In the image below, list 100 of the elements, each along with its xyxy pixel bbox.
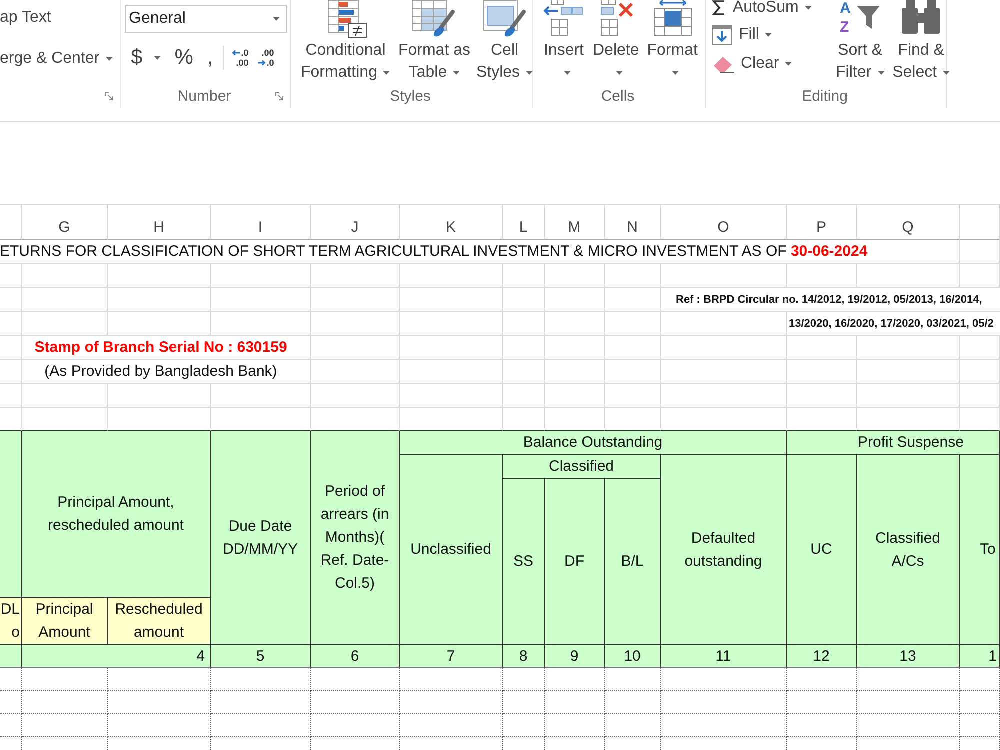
- sheet-cell[interactable]: [661, 691, 787, 714]
- number-format-button[interactable]: ,: [207, 45, 214, 71]
- column-number-cell: 1: [960, 645, 1000, 668]
- table-header-cell: Profit Suspense: [787, 431, 1000, 455]
- sheet-cell[interactable]: [0, 691, 22, 714]
- sheet-cell[interactable]: Stamp of Branch Serial No : 630159: [22, 336, 311, 360]
- table-header-cell: Period of arrears (in Months)( Ref. Date- Col.5): [311, 431, 400, 645]
- sheet-cell[interactable]: [857, 714, 960, 737]
- dialog-launcher-icon[interactable]: [275, 92, 284, 100]
- sheet-cell[interactable]: [661, 714, 787, 737]
- sheet-cell[interactable]: Ref : BRPD Circular no. 14/2012, 19/2012, 05/2013, 16/2014,: [661, 288, 1000, 312]
- group-label: Styles: [390, 88, 431, 104]
- delete-button[interactable]: Delete: [589, 0, 644, 84]
- sheet-cell[interactable]: [211, 691, 311, 714]
- dialog-launcher-icon[interactable]: [105, 92, 114, 100]
- sheet-cell[interactable]: [960, 668, 1000, 691]
- merge-center-button[interactable]: erge & Center: [0, 47, 113, 71]
- column-header[interactable]: N: [605, 204, 661, 240]
- sheet-cell[interactable]: [605, 691, 661, 714]
- sort-filter-button[interactable]: A Z Sort & Filter: [832, 0, 889, 84]
- sheet-cell[interactable]: [857, 668, 960, 691]
- sheet-cell[interactable]: [605, 668, 661, 691]
- sheet-cell[interactable]: [857, 691, 960, 714]
- sheet-cell[interactable]: [311, 691, 400, 714]
- autosum-button[interactable]: AutoSum: [712, 0, 832, 16]
- sheet-cell[interactable]: [311, 714, 400, 737]
- table-header-cell: B/L: [605, 479, 661, 645]
- table-header-cell: UC: [787, 455, 857, 645]
- column-header[interactable]: O: [661, 204, 787, 240]
- column-header[interactable]: J: [311, 204, 400, 240]
- number-format-dropdown[interactable]: General: [125, 5, 287, 33]
- format-as-table-button[interactable]: Format as Table: [394, 0, 474, 84]
- sheet-cell[interactable]: [211, 668, 311, 691]
- number-format-button[interactable]: $: [131, 45, 161, 71]
- sheet-cell[interactable]: [545, 714, 605, 737]
- column-header[interactable]: L: [503, 204, 545, 240]
- column-header[interactable]: Q: [857, 204, 960, 240]
- column-number-cell: [0, 645, 22, 668]
- sheet-cell[interactable]: [661, 668, 787, 691]
- sheet-cell[interactable]: [211, 714, 311, 737]
- table-header-cell: To: [960, 455, 1000, 645]
- sheet-cell[interactable]: [503, 668, 545, 691]
- sheet-cell[interactable]: [605, 714, 661, 737]
- reference-note: 13/2020, 16/2020, 17/2020, 03/2021, 05/2: [789, 316, 994, 330]
- column-header[interactable]: I: [211, 204, 311, 240]
- column-number-cell: 5: [211, 645, 311, 668]
- sheet-cell[interactable]: [400, 691, 503, 714]
- sheet-cell[interactable]: [503, 691, 545, 714]
- sheet-cell[interactable]: [0, 668, 22, 691]
- find-select-button[interactable]: Find & Select: [888, 0, 954, 84]
- sheet-cell[interactable]: [311, 668, 400, 691]
- sheet-cell[interactable]: [960, 714, 1000, 737]
- format-button[interactable]: Format: [643, 0, 702, 84]
- decrease-decimal-button[interactable]: .00 .0: [258, 45, 274, 71]
- fill-button[interactable]: Fill: [712, 20, 832, 49]
- column-header[interactable]: G: [22, 204, 108, 240]
- sheet-cell[interactable]: [787, 691, 857, 714]
- sheet-cell[interactable]: [503, 714, 545, 737]
- sheet-cell[interactable]: [960, 691, 1000, 714]
- conditional-formatting-button[interactable]: Conditional Formatting: [297, 0, 394, 84]
- fill-down-icon: [712, 24, 732, 44]
- group-label: Number: [178, 88, 232, 104]
- table-header-cell: DL o: [0, 598, 22, 645]
- eraser-icon: [712, 54, 734, 72]
- group-label: Editing: [802, 88, 848, 104]
- sheet-cell[interactable]: [545, 668, 605, 691]
- sheet-cell[interactable]: [400, 668, 503, 691]
- group-label: Cells: [601, 88, 635, 104]
- sheet-cell[interactable]: 13/2020, 16/2020, 17/2020, 03/2021, 05/2: [787, 312, 1000, 336]
- sheet-cell[interactable]: (As Provided by Bangladesh Bank): [22, 360, 311, 384]
- number-format-button[interactable]: %: [174, 45, 194, 71]
- clear-button[interactable]: Clear: [712, 49, 832, 78]
- sheet-cell[interactable]: [22, 668, 108, 691]
- increase-decimal-button[interactable]: .0 .00: [232, 45, 249, 71]
- sheet-cell[interactable]: [787, 714, 857, 737]
- column-header[interactable]: [960, 204, 1000, 240]
- left-arrow-icon: [232, 50, 240, 56]
- sheet-cell[interactable]: [22, 691, 108, 714]
- sheet-cell[interactable]: [108, 691, 211, 714]
- table-header-cell: Balance Outstanding: [400, 431, 787, 455]
- sheet-cell[interactable]: [108, 714, 211, 737]
- binoculars-icon: [901, 0, 942, 34]
- sheet-cell[interactable]: [22, 714, 108, 737]
- sheet-cell[interactable]: [545, 691, 605, 714]
- column-header[interactable]: H: [108, 204, 211, 240]
- sheet-cell[interactable]: ETURNS FOR CLASSIFICATION OF SHORT TERM AGRICULTURAL INVESTMENT & MICRO INVESTMENT AS OF 30-06-2024: [0, 240, 960, 264]
- sheet-cell[interactable]: [108, 668, 211, 691]
- right-arrow-icon: [258, 60, 266, 66]
- sheet-cell[interactable]: [0, 714, 22, 737]
- wrap-text-button[interactable]: ap Text: [0, 6, 52, 30]
- column-header[interactable]: M: [545, 204, 605, 240]
- column-header[interactable]: K: [400, 204, 503, 240]
- cell-styles-button[interactable]: Cell Styles: [474, 0, 536, 84]
- column-header[interactable]: [0, 204, 22, 240]
- insert-button[interactable]: Insert: [539, 0, 589, 84]
- column-number-cell: 9: [545, 645, 605, 668]
- column-number-cell: 13: [857, 645, 960, 668]
- sheet-cell[interactable]: [400, 714, 503, 737]
- sheet-cell[interactable]: [787, 668, 857, 691]
- column-header[interactable]: P: [787, 204, 857, 240]
